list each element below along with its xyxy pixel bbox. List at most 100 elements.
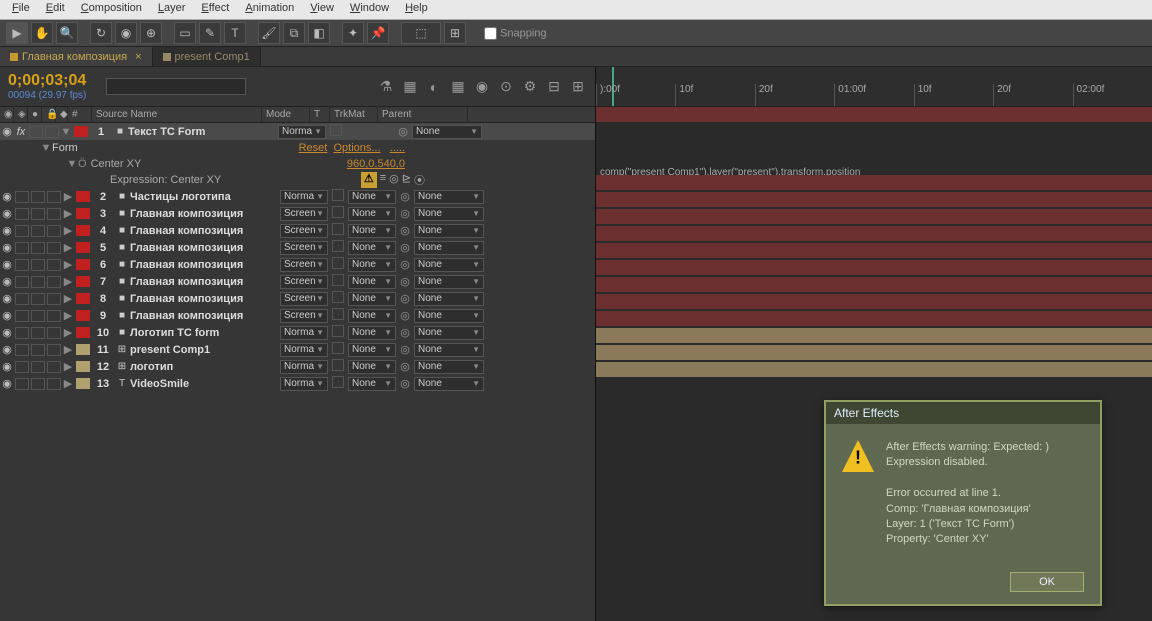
layer-bar[interactable]: [596, 345, 1152, 360]
visibility-icon[interactable]: ◉: [0, 292, 14, 305]
mode-dropdown[interactable]: Screen▼: [280, 309, 328, 323]
trkmat-dropdown[interactable]: None▼: [348, 360, 396, 374]
visibility-icon[interactable]: ◉: [0, 258, 14, 271]
roto-tool-icon[interactable]: ✦: [342, 22, 364, 44]
layer-bar[interactable]: [596, 107, 1152, 122]
trkmat-dropdown[interactable]: None▼: [348, 326, 396, 340]
visibility-icon[interactable]: ◉: [0, 309, 14, 322]
menu-window[interactable]: Window: [342, 0, 397, 19]
pickwhip-icon[interactable]: ◎: [396, 377, 414, 390]
trkmat-dropdown[interactable]: None▼: [348, 275, 396, 289]
reset-link[interactable]: Reset: [299, 142, 328, 154]
mode-dropdown[interactable]: Screen▼: [280, 258, 328, 272]
twirl-icon[interactable]: ▶: [62, 360, 74, 373]
menu-view[interactable]: View: [302, 0, 342, 19]
mode-dropdown[interactable]: Norma▼: [280, 377, 328, 391]
parent-dropdown[interactable]: None▼: [414, 326, 484, 340]
preserve-transparency-toggle[interactable]: [332, 325, 344, 337]
preserve-transparency-toggle[interactable]: [332, 376, 344, 388]
menu-layer[interactable]: Layer: [150, 0, 194, 19]
pickwhip-icon[interactable]: ◎: [396, 343, 414, 356]
hand-tool-icon[interactable]: ✋: [31, 22, 53, 44]
visibility-icon[interactable]: ◉: [0, 207, 14, 220]
clone-tool-icon[interactable]: ⧉: [283, 22, 305, 44]
layer-bar[interactable]: [596, 209, 1152, 224]
camera-tool-icon[interactable]: ◉: [115, 22, 137, 44]
parent-dropdown[interactable]: None▼: [414, 207, 484, 221]
pickwhip-icon[interactable]: ◎: [396, 292, 414, 305]
mode-dropdown[interactable]: Screen▼: [280, 292, 328, 306]
menu-edit[interactable]: Edit: [38, 0, 73, 19]
preserve-transparency-toggle[interactable]: [330, 124, 342, 136]
mode-dropdown[interactable]: Screen▼: [280, 275, 328, 289]
trkmat-dropdown[interactable]: None▼: [348, 207, 396, 221]
draft3d-icon[interactable]: ◉: [473, 78, 491, 96]
trkmat-dropdown[interactable]: None▼: [348, 292, 396, 306]
mode-dropdown[interactable]: Norma▼: [280, 326, 328, 340]
layer-row[interactable]: ◉▶4■Главная композицияScreen▼None▼◎None▼: [0, 222, 595, 239]
twirl-icon[interactable]: ▶: [62, 258, 74, 271]
twirl-icon[interactable]: ▶: [62, 190, 74, 203]
layer-row[interactable]: ◉▶2■Частицы логотипаNorma▼None▼◎None▼: [0, 188, 595, 205]
twirl-icon[interactable]: ▶: [62, 207, 74, 220]
collapse-icon[interactable]: ⊟: [545, 78, 563, 96]
layer-row[interactable]: ◉▶3■Главная композицияScreen▼None▼◎None▼: [0, 205, 595, 222]
parent-dropdown[interactable]: None▼: [414, 343, 484, 357]
options-link[interactable]: Options...: [333, 142, 380, 154]
trkmat-dropdown[interactable]: None▼: [348, 343, 396, 357]
visibility-icon[interactable]: ◉: [0, 224, 14, 237]
col-parent[interactable]: Parent: [378, 107, 468, 122]
layer-row[interactable]: ◉▶5■Главная композицияScreen▼None▼◎None▼: [0, 239, 595, 256]
motion-blur-icon[interactable]: ◐: [425, 78, 443, 96]
expression-enable-icon[interactable]: ≡: [380, 172, 386, 188]
expression-pickwhip-icon[interactable]: ◎: [389, 172, 399, 188]
parent-dropdown[interactable]: None▼: [414, 224, 484, 238]
layer-row[interactable]: ◉▶12⊞логотипNorma▼None▼◎None▼: [0, 358, 595, 375]
visibility-icon[interactable]: ◉: [0, 360, 14, 373]
zoom-tool-icon[interactable]: 🔍: [56, 22, 78, 44]
parent-dropdown[interactable]: None▼: [414, 309, 484, 323]
col-t[interactable]: T: [310, 107, 330, 122]
twirl-icon[interactable]: ▶: [62, 224, 74, 237]
layer-row[interactable]: ◉▶8■Главная композицияScreen▼None▼◎None▼: [0, 290, 595, 307]
mode-dropdown[interactable]: Norma▼: [278, 125, 326, 139]
parent-dropdown[interactable]: None▼: [414, 258, 484, 272]
preserve-transparency-toggle[interactable]: [332, 359, 344, 371]
layer-row[interactable]: ◉▶6■Главная композицияScreen▼None▼◎None▼: [0, 256, 595, 273]
frame-blend-icon[interactable]: ▦: [401, 78, 419, 96]
twirl-icon[interactable]: ▶: [62, 326, 74, 339]
center-xy-value[interactable]: 960,0,540,0: [347, 158, 405, 170]
layer-row[interactable]: ◉▶7■Главная композицияScreen▼None▼◎None▼: [0, 273, 595, 290]
parent-dropdown[interactable]: None▼: [414, 360, 484, 374]
twirl-icon[interactable]: ▶: [62, 309, 74, 322]
rotate-tool-icon[interactable]: ↻: [90, 22, 112, 44]
parent-dropdown[interactable]: None▼: [412, 125, 482, 139]
preserve-transparency-toggle[interactable]: [332, 223, 344, 235]
mode-dropdown[interactable]: Screen▼: [280, 224, 328, 238]
snapping-toggle[interactable]: Snapping: [484, 27, 547, 40]
shy-icon[interactable]: ⚗: [377, 78, 395, 96]
trkmat-dropdown[interactable]: None▼: [348, 309, 396, 323]
timeline-ruler[interactable]: ):00f10f20f01:00f10f20f02:00f: [596, 67, 1152, 107]
parent-dropdown[interactable]: None▼: [414, 241, 484, 255]
eraser-tool-icon[interactable]: ◧: [308, 22, 330, 44]
layer-row[interactable]: ◉▶10■Логотип TC formNorma▼None▼◎None▼: [0, 324, 595, 341]
pickwhip-icon[interactable]: ◎: [396, 309, 414, 322]
pickwhip-icon[interactable]: ◎: [396, 241, 414, 254]
render-icon[interactable]: ⊙: [497, 78, 515, 96]
menu-effect[interactable]: Effect: [193, 0, 237, 19]
expression-language-icon[interactable]: ⦿: [414, 172, 425, 188]
trkmat-dropdown[interactable]: None▼: [348, 241, 396, 255]
layer-bar[interactable]: [596, 175, 1152, 190]
preserve-transparency-toggle[interactable]: [332, 257, 344, 269]
trkmat-dropdown[interactable]: None▼: [348, 224, 396, 238]
pickwhip-icon[interactable]: ◎: [396, 275, 414, 288]
menu-file[interactable]: File: [4, 0, 38, 19]
trkmat-dropdown[interactable]: None▼: [348, 190, 396, 204]
mode-dropdown[interactable]: Screen▼: [280, 241, 328, 255]
twirl-icon[interactable]: ▶: [62, 343, 74, 356]
mode-dropdown[interactable]: Screen▼: [280, 207, 328, 221]
twirl-icon[interactable]: ▶: [62, 275, 74, 288]
preserve-transparency-toggle[interactable]: [332, 308, 344, 320]
mode-dropdown[interactable]: Norma▼: [280, 190, 328, 204]
